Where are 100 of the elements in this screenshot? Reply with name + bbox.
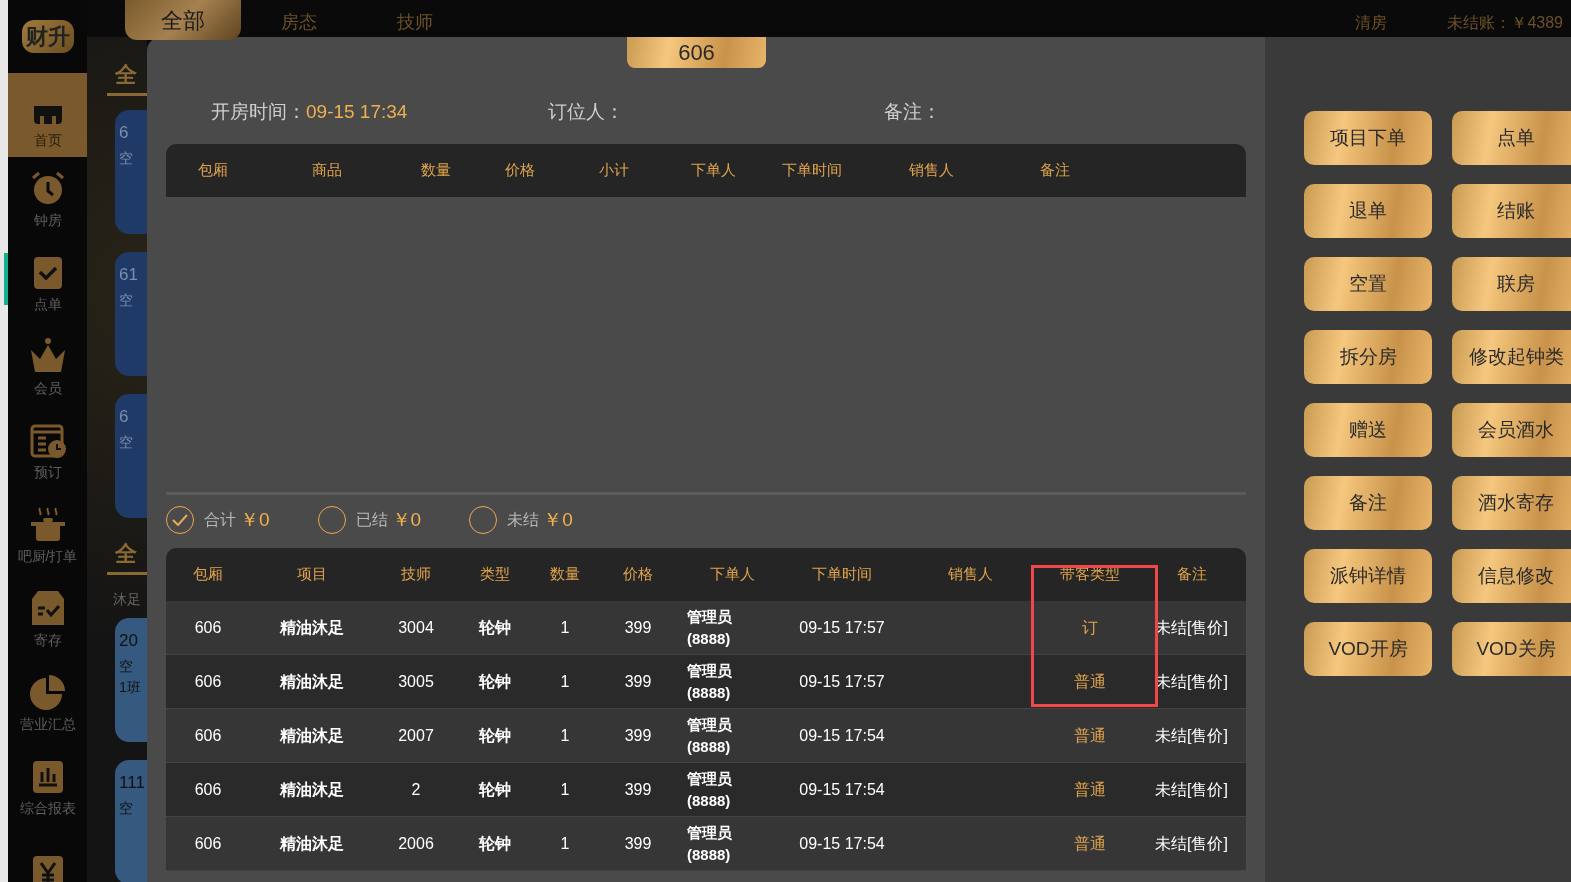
action-button[interactable]: 会员酒水 bbox=[1452, 403, 1571, 457]
table-cell-text: 09-15 17:54 bbox=[799, 725, 885, 746]
top-tab[interactable]: 全部 bbox=[125, 0, 241, 40]
room-shift: 1班 bbox=[119, 678, 142, 697]
table-cell-text: 2007 bbox=[398, 725, 434, 746]
table-cell-text: 1 bbox=[560, 671, 570, 692]
section-title: 全 bbox=[115, 61, 138, 89]
column-header: 备注 bbox=[1039, 160, 1071, 181]
table-cell-text: 精油沐足 bbox=[280, 617, 344, 638]
table-cell-text: 普通 bbox=[1074, 779, 1106, 800]
column-header: 备注 bbox=[1175, 564, 1208, 585]
column-header: 下单时间 bbox=[811, 564, 873, 585]
room-status: 空 bbox=[119, 657, 134, 676]
table-row[interactable]: 606 精油沐足 2007 轮钟 1 399 管理员 (8888) 09-15 17:54 普通 未结[售价] bbox=[166, 709, 1246, 763]
table-cell-text: 轮钟 bbox=[479, 725, 511, 746]
table-cell-text: 订 bbox=[1082, 617, 1098, 638]
room-number: 6 bbox=[119, 122, 129, 144]
section-title: 全 bbox=[115, 540, 138, 568]
room-status: 空 bbox=[119, 433, 134, 452]
total-amount: ￥0 bbox=[391, 507, 422, 532]
action-button[interactable]: 退单 bbox=[1304, 184, 1432, 238]
info-value: 09-15 17:34 bbox=[306, 99, 408, 124]
table-cell-text: 精油沐足 bbox=[280, 725, 344, 746]
action-button[interactable]: 酒水寄存 bbox=[1452, 476, 1571, 530]
room-number: 61 bbox=[119, 264, 138, 286]
table-cell-text: 399 bbox=[624, 725, 652, 746]
room-number: 111 bbox=[119, 772, 145, 794]
room-number: 20 bbox=[119, 630, 138, 652]
action-button[interactable]: 信息修改 bbox=[1452, 549, 1571, 603]
table-cell-text: 轮钟 bbox=[479, 833, 511, 854]
category-label: 沐足 bbox=[113, 590, 142, 609]
room-status: 空 bbox=[119, 799, 134, 818]
table-cell-text: 09-15 17:57 bbox=[799, 671, 885, 692]
room-tab[interactable]: 606 bbox=[627, 37, 766, 68]
column-header: 销售人 bbox=[946, 564, 994, 585]
table-row[interactable]: 606 精油沐足 2 轮钟 1 399 管理员 (8888) 09-15 17:54 普通 未结[售价] bbox=[166, 763, 1246, 817]
action-button[interactable]: 拆分房 bbox=[1304, 330, 1432, 384]
table-cell-text: 普通 bbox=[1074, 833, 1106, 854]
table-cell-text: 606 bbox=[194, 725, 222, 746]
table-cell-text: 399 bbox=[624, 617, 652, 638]
app-logo: 财升 bbox=[21, 20, 74, 53]
room-card[interactable]: 6 空 bbox=[115, 394, 147, 518]
column-header: 包厢 bbox=[192, 564, 224, 585]
table-cell-text: 2 bbox=[411, 779, 421, 800]
room-status: 空 bbox=[119, 149, 134, 168]
table-cell-text: 1 bbox=[560, 833, 570, 854]
column-header: 项目 bbox=[296, 564, 328, 585]
column-header: 商品 bbox=[311, 160, 343, 181]
table-row[interactable]: 606 精油沐足 2006 轮钟 1 399 管理员 (8888) 09-15 17:54 普通 未结[售价] bbox=[166, 817, 1246, 871]
total-label: 未结 bbox=[507, 510, 540, 530]
table-cell-text: 管理员 (8888) bbox=[687, 822, 733, 865]
total-amount: ￥0 bbox=[240, 507, 270, 532]
table-cell-text: 09-15 17:57 bbox=[799, 617, 885, 638]
column-header: 销售人 bbox=[907, 160, 955, 181]
table-cell-text: 2006 bbox=[398, 833, 434, 854]
info-label: 开房时间： bbox=[211, 99, 306, 124]
table-cell-text: 09-15 17:54 bbox=[799, 779, 885, 800]
column-header: 价格 bbox=[504, 160, 536, 181]
action-button[interactable]: 修改起钟类 bbox=[1452, 330, 1571, 384]
action-button[interactable]: 联房 bbox=[1452, 257, 1571, 311]
column-header: 下单人 bbox=[689, 160, 737, 181]
room-card[interactable]: 61 空 bbox=[115, 252, 147, 376]
column-header: 类型 bbox=[479, 564, 511, 585]
table-cell-text: 399 bbox=[624, 671, 652, 692]
check-icon bbox=[172, 514, 188, 526]
table-cell-text: 轮钟 bbox=[479, 617, 511, 638]
column-header: 下单人 bbox=[708, 564, 756, 585]
table-cell-text: 管理员 (8888) bbox=[687, 714, 733, 757]
column-header: 下单时间 bbox=[781, 160, 843, 181]
action-button[interactable]: 点单 bbox=[1452, 111, 1571, 165]
action-button[interactable]: 结账 bbox=[1452, 184, 1571, 238]
table-cell-text: 普通 bbox=[1074, 671, 1106, 692]
action-button[interactable]: 空置 bbox=[1304, 257, 1432, 311]
table-cell-text: 轮钟 bbox=[479, 671, 511, 692]
column-header: 技师 bbox=[400, 564, 432, 585]
table-cell-text: 399 bbox=[624, 779, 652, 800]
action-button[interactable]: 备注 bbox=[1304, 476, 1432, 530]
action-button[interactable]: VOD开房 bbox=[1304, 622, 1432, 676]
table-cell-text: 399 bbox=[624, 833, 652, 854]
table-cell-text: 未结[售价] bbox=[1155, 779, 1228, 800]
unpaid-total: 未结账：￥4389 bbox=[1447, 13, 1563, 33]
action-button[interactable]: VOD关房 bbox=[1452, 622, 1571, 676]
action-button[interactable]: 赠送 bbox=[1304, 403, 1432, 457]
action-button[interactable]: 项目下单 bbox=[1304, 111, 1432, 165]
column-header: 小计 bbox=[598, 160, 630, 181]
table-cell-text: 1 bbox=[560, 617, 570, 638]
column-header: 数量 bbox=[420, 160, 452, 181]
table-cell-text: 未结[售价] bbox=[1155, 725, 1228, 746]
room-card[interactable]: 6 空 bbox=[115, 110, 147, 234]
table-cell-text: 3004 bbox=[398, 617, 434, 638]
column-header: 价格 bbox=[622, 564, 654, 585]
table-cell-text: 606 bbox=[194, 833, 222, 854]
table-cell-text: 管理员 (8888) bbox=[687, 768, 733, 811]
table-cell-text: 管理员 (8888) bbox=[687, 660, 733, 703]
table-cell-text: 09-15 17:54 bbox=[799, 833, 885, 854]
room-status: 空 bbox=[119, 291, 134, 310]
total-label: 合计 bbox=[204, 510, 236, 530]
action-button[interactable]: 派钟详情 bbox=[1304, 549, 1432, 603]
table-cell-text: 精油沐足 bbox=[280, 833, 344, 854]
info-label: 备注： bbox=[884, 99, 941, 124]
